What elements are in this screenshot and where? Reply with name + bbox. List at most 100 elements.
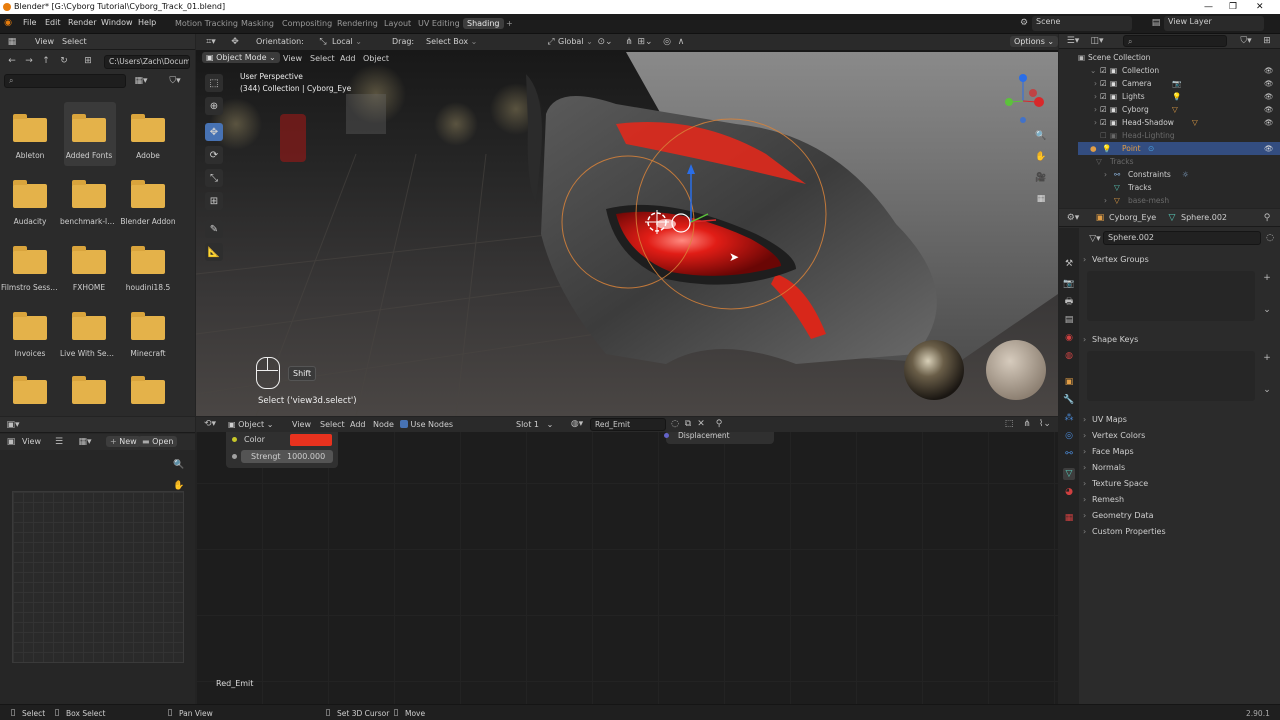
strength-value[interactable]: 1000.000 (287, 452, 325, 461)
outliner-row-scene-collection[interactable]: ▣ Scene Collection (1078, 51, 1280, 64)
node-editor[interactable]: ⟲▾ ▣ Object ⌄ View Select Add Node Use N… (196, 417, 1058, 704)
camera-view-icon[interactable]: 🎥 (1034, 171, 1048, 185)
select-tool-icon[interactable]: ⬚ (205, 74, 223, 92)
modifier-tab-icon[interactable]: 🔧 (1063, 394, 1075, 406)
folder-icon[interactable] (131, 376, 165, 404)
duplicate-material-icon[interactable]: ⧉ (683, 419, 693, 429)
outliner-row-constraints[interactable]: › ⚯ Constraints ☼ (1078, 168, 1280, 181)
folder-label[interactable]: Blender Addon (119, 217, 177, 226)
chevron-down-icon[interactable]: ⌄ (1262, 305, 1272, 315)
menu-edit[interactable]: Edit (45, 18, 61, 27)
folder-icon[interactable] (72, 180, 106, 208)
checkbox-icon[interactable]: ☑ (1100, 116, 1107, 129)
folder-icon[interactable] (131, 246, 165, 274)
folder-label[interactable]: benchmark-la... (60, 217, 118, 226)
folder-icon[interactable] (72, 376, 106, 404)
color-socket-icon[interactable] (232, 437, 237, 442)
file-search-field[interactable]: ⌕ (4, 74, 126, 88)
cursor-tool-icon[interactable]: ⊕ (205, 97, 223, 115)
pin-icon[interactable]: ⚲ (1262, 213, 1272, 223)
eye-icon[interactable]: 👁 (1264, 116, 1274, 129)
outliner-row-point[interactable]: ● 💡 Point ⊙ 👁 (1078, 142, 1280, 155)
folder-icon[interactable] (72, 246, 106, 274)
editor-type-icon[interactable]: ⟲▾ (203, 419, 217, 429)
menu-file[interactable]: File (23, 18, 36, 27)
image-browse-icon[interactable]: ▦▾ (78, 437, 92, 447)
folder-label[interactable]: Adobe (119, 151, 177, 160)
folder-icon[interactable] (131, 180, 165, 208)
tab-masking[interactable]: Masking (237, 18, 278, 29)
uv-maps-section[interactable]: UV Maps (1083, 415, 1127, 424)
checkbox-icon[interactable]: ☑ (1100, 64, 1107, 77)
refresh-icon[interactable]: ↻ (58, 55, 70, 67)
slot-dropdown[interactable]: Slot 1 ⌄ (516, 420, 553, 429)
fake-user-icon[interactable]: ◌ (670, 419, 680, 429)
folder-label[interactable]: Audacity (1, 217, 59, 226)
minimize-button[interactable]: — (1204, 0, 1213, 14)
vertex-groups-section[interactable]: Vertex Groups (1083, 255, 1149, 264)
view-layer-selector[interactable]: View Layer (1164, 16, 1264, 31)
eye-icon[interactable]: 👁 (1264, 77, 1274, 90)
annotate-tool-icon[interactable]: ✎ (205, 220, 223, 238)
tool-tab-icon[interactable]: ⚒ (1063, 258, 1075, 270)
tab-uv-editing[interactable]: UV Editing (414, 18, 464, 29)
folder-icon[interactable] (72, 312, 106, 340)
tab-motion-tracking[interactable]: Motion Tracking (171, 18, 242, 29)
image-canvas[interactable] (12, 491, 184, 663)
outliner-row-tracks-child[interactable]: ▽ Tracks (1078, 181, 1280, 194)
folder-label[interactable]: Filmstro Sessi... (1, 283, 59, 292)
material-name-field[interactable]: Red_Emit (590, 418, 666, 431)
folder-label[interactable]: Minecraft (119, 349, 177, 358)
node-view-menu[interactable]: View (292, 420, 311, 429)
scale-tool-icon[interactable]: ⤡ (205, 169, 223, 187)
vertex-groups-list[interactable] (1087, 271, 1255, 321)
tab-compositing[interactable]: Compositing (278, 18, 336, 29)
checkbox-icon[interactable]: ☑ (1100, 90, 1107, 103)
outliner-search-field[interactable]: ⌕ (1123, 35, 1227, 47)
image-editor-icon[interactable]: ▣ (6, 437, 16, 447)
folder-icon[interactable] (13, 312, 47, 340)
world-tab-icon[interactable]: ◍ (1063, 350, 1075, 362)
add-icon[interactable]: + (1262, 273, 1272, 283)
snap-icon[interactable]: ⋔ (1020, 419, 1034, 429)
viewport-3d[interactable]: ⌗▾ ✥ Orientation: ⤡ Local ⌄ Drag: Select… (196, 34, 1058, 416)
normals-section[interactable]: Normals (1083, 463, 1125, 472)
editor-type-icon[interactable]: ☰▾ (1065, 36, 1081, 46)
eye-icon[interactable]: 👁 (1264, 90, 1274, 103)
vertex-colors-section[interactable]: Vertex Colors (1083, 431, 1145, 440)
output-tab-icon[interactable]: 🖶 (1063, 296, 1075, 308)
outliner-row-collection[interactable]: ⌄ ☑ ▣ Collection 👁 (1078, 64, 1280, 77)
image-view-menu[interactable]: View (22, 437, 41, 446)
maximize-button[interactable]: ❐ (1229, 0, 1237, 14)
fake-user-icon[interactable]: ◌ (1265, 233, 1275, 243)
geometry-data-section[interactable]: Geometry Data (1083, 511, 1153, 520)
file-select-menu[interactable]: Select (62, 37, 87, 46)
file-view-menu[interactable]: View (35, 37, 54, 46)
constraints-tab-icon[interactable]: ⚯ (1063, 448, 1075, 460)
grid-view-icon[interactable]: ▦ (1034, 192, 1048, 206)
menu-render[interactable]: Render (68, 18, 96, 27)
strength-socket-icon[interactable] (232, 454, 237, 459)
eye-icon[interactable]: 👁 (1264, 64, 1274, 77)
folder-icon[interactable] (131, 312, 165, 340)
eye-icon[interactable]: 👁 (1264, 142, 1274, 155)
render-tab-icon[interactable]: 📷 (1063, 278, 1075, 290)
checkbox-icon[interactable]: ☑ (1100, 77, 1107, 90)
display-mode-icon[interactable]: ▦▾ (132, 75, 150, 87)
rotate-tool-icon[interactable]: ⟳ (205, 146, 223, 164)
menu-icon[interactable]: ☰ (54, 437, 64, 447)
filter-icon[interactable]: ⛉▾ (1239, 36, 1253, 46)
snap-options-icon[interactable]: ⌇⌄ (1038, 419, 1052, 429)
node-node-menu[interactable]: Node (373, 420, 394, 429)
editor-type-icon[interactable]: ▣▾ (6, 420, 20, 430)
shape-keys-list[interactable] (1087, 351, 1255, 401)
outliner-row-cyborg[interactable]: › ☑ ▣ Cyborg ▽ 👁 (1078, 103, 1280, 116)
tab-layout[interactable]: Layout (380, 18, 415, 29)
physics-tab-icon[interactable]: ◎ (1063, 430, 1075, 442)
new-folder-icon[interactable]: ⊞ (82, 55, 94, 67)
scene-selector[interactable]: Scene (1032, 16, 1132, 31)
pin-icon[interactable]: ⚲ (714, 419, 724, 429)
chevron-down-icon[interactable]: ⌄ (1262, 385, 1272, 395)
blender-menu-icon[interactable]: ◉ (3, 18, 13, 28)
emission-node[interactable]: Color Strengt 1000.000 (226, 432, 338, 468)
